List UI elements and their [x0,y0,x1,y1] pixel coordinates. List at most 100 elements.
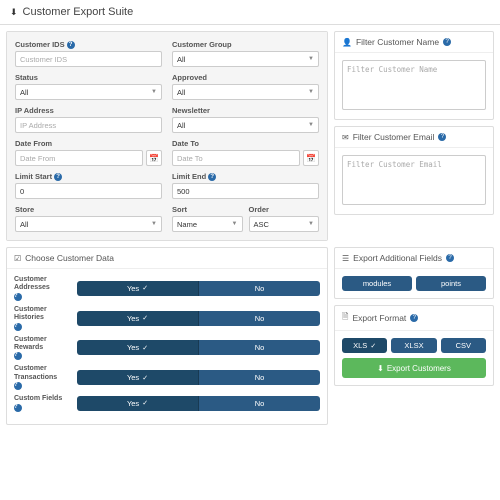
field-label: IP Address [15,106,162,115]
help-icon[interactable]: ? [446,254,454,262]
export-customers-button[interactable]: ⬇ Export Customers [342,358,486,378]
filter-email-input[interactable] [342,155,486,205]
check-icon: ✓ [142,374,148,382]
field-label: Approved [172,73,319,82]
help-icon[interactable]: ? [443,38,451,46]
field-label: Sort [172,205,243,214]
field-label: Limit End? [172,172,319,181]
export-format-panel: 🗎 Export Format ? XLS ✓XLSXCSV ⬇ Export … [334,305,494,386]
order-select[interactable]: ASC▼ [249,216,320,232]
toggle-row: Custom Fields ? Yes✓ No [14,395,320,411]
toggle-yes[interactable]: Yes✓ [77,311,199,326]
field-label: Date To [172,139,319,148]
help-icon[interactable]: ? [14,404,22,412]
field-label: Customer Group [172,40,319,49]
check-square-icon: ☑ [14,254,21,263]
yes-no-toggle[interactable]: Yes✓ No [77,396,320,411]
points-button[interactable]: points [416,276,486,291]
toggle-no[interactable]: No [199,370,320,385]
toggle-no[interactable]: No [199,311,320,326]
help-icon[interactable]: ? [410,314,418,322]
toggle-row: Customer Histories ? Yes✓ No [14,306,320,331]
customer-ids-input[interactable] [15,51,162,67]
toggle-no[interactable]: No [199,281,320,296]
check-icon: ✓ [142,284,148,292]
page-header: ⬇ Customer Export Suite [0,0,500,25]
filter-name-panel: 👤 Filter Customer Name ? [334,31,494,120]
yes-no-toggle[interactable]: Yes✓ No [77,311,320,326]
user-icon: 👤 [342,38,352,47]
toggle-label: Customer Transactions ? [14,365,69,390]
help-icon[interactable]: ? [438,133,446,141]
chevron-down-icon: ▼ [308,122,314,128]
date-to-input[interactable] [172,150,300,166]
toggle-row: Customer Rewards ? Yes✓ No [14,336,320,361]
status-select[interactable]: All▼ [15,84,162,100]
field-label: Store [15,205,162,214]
panel-title: Export Additional Fields [353,253,442,263]
limit-start-input[interactable] [15,183,162,199]
yes-no-toggle[interactable]: Yes✓ No [77,340,320,355]
limit-end-input[interactable] [172,183,319,199]
panel-title: Filter Customer Email [353,132,435,142]
calendar-icon: 📅 [306,154,316,163]
yes-no-toggle[interactable]: Yes✓ No [77,370,320,385]
modules-button[interactable]: modules [342,276,412,291]
check-icon: ✓ [142,344,148,352]
field-label: Limit Start? [15,172,162,181]
help-icon[interactable]: ? [14,293,22,301]
field-label: Customer IDS? [15,40,162,49]
customer-data-panel: ☑ Choose Customer Data Customer Addresse… [6,247,328,425]
envelope-icon: ✉ [342,133,349,142]
chevron-down-icon: ▼ [151,221,157,227]
field-label: Order [249,205,320,214]
help-icon[interactable]: ? [14,382,22,390]
toggle-label: Customer Histories ? [14,306,69,331]
help-icon[interactable]: ? [14,352,22,360]
ip-address-input[interactable] [15,117,162,133]
toggle-row: Customer Transactions ? Yes✓ No [14,365,320,390]
chevron-down-icon: ▼ [308,221,314,227]
format-csv-button[interactable]: CSV [441,338,486,353]
chevron-down-icon: ▼ [308,89,314,95]
panel-title: Choose Customer Data [25,253,114,263]
toggle-yes[interactable]: Yes✓ [77,281,199,296]
download-icon: ⬇ [377,364,384,373]
filter-email-panel: ✉ Filter Customer Email ? [334,126,494,215]
filter-name-input[interactable] [342,60,486,110]
toggle-yes[interactable]: Yes✓ [77,340,199,355]
yes-no-toggle[interactable]: Yes✓ No [77,281,320,296]
list-icon: ☰ [342,254,349,263]
approved-select[interactable]: All▼ [172,84,319,100]
chevron-down-icon: ▼ [308,56,314,62]
chevron-down-icon: ▼ [232,221,238,227]
calendar-button[interactable]: 📅 [146,150,162,166]
toggle-no[interactable]: No [199,340,320,355]
panel-title: Filter Customer Name [356,37,439,47]
newsletter-select[interactable]: All▼ [172,117,319,133]
field-label: Newsletter [172,106,319,115]
format-xls-button[interactable]: XLS ✓ [342,338,387,353]
customer-group-select[interactable]: All▼ [172,51,319,67]
format-xlsx-button[interactable]: XLSX [391,338,436,353]
sort-select[interactable]: Name▼ [172,216,243,232]
date-from-input[interactable] [15,150,143,166]
store-select[interactable]: All▼ [15,216,162,232]
calendar-icon: 📅 [149,154,159,163]
help-icon[interactable]: ? [67,41,75,49]
check-icon: ✓ [142,314,148,322]
page-title: Customer Export Suite [23,6,134,18]
panel-title: Export Format [352,313,406,323]
toggle-yes[interactable]: Yes✓ [77,396,199,411]
field-label: Date From [15,139,162,148]
additional-fields-panel: ☰ Export Additional Fields ? modules poin… [334,247,494,299]
help-icon[interactable]: ? [14,323,22,331]
check-icon: ✓ [370,342,376,350]
help-icon[interactable]: ? [208,173,216,181]
help-icon[interactable]: ? [54,173,62,181]
toggle-no[interactable]: No [199,396,320,411]
calendar-button[interactable]: 📅 [303,150,319,166]
toggle-yes[interactable]: Yes✓ [77,370,199,385]
toggle-label: Custom Fields ? [14,395,69,411]
field-label: Status [15,73,162,82]
